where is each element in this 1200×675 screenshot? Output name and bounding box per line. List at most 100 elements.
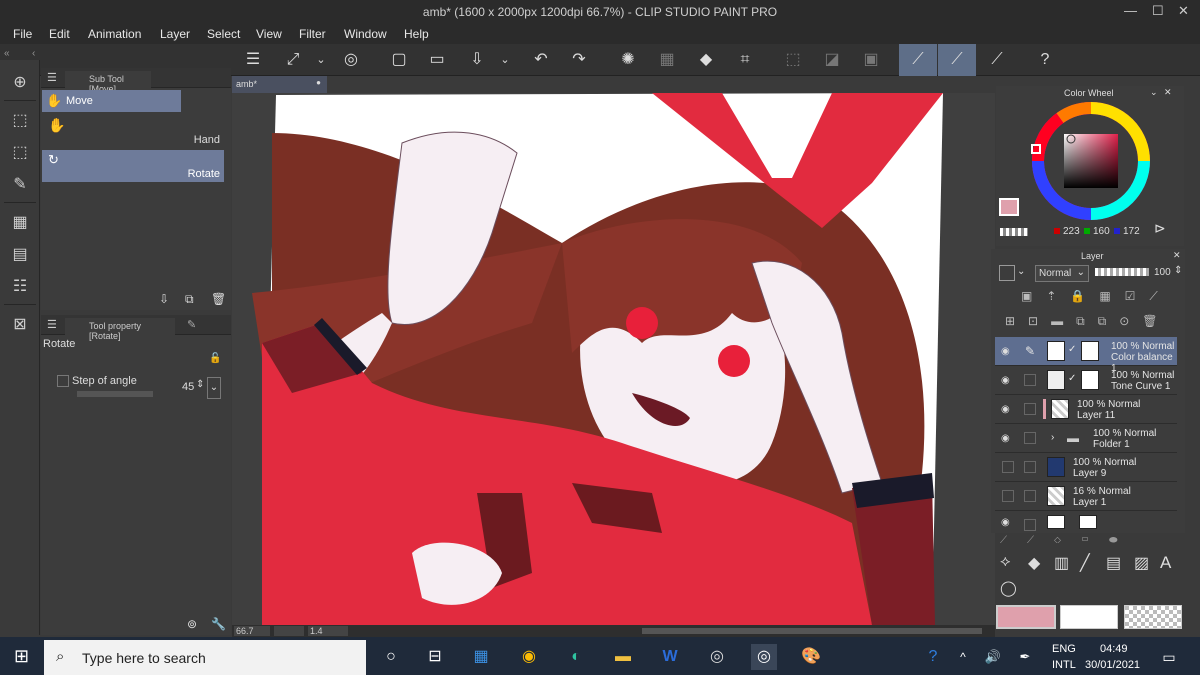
spinner-icon[interactable]: ⇕ bbox=[196, 379, 204, 390]
snap-grid-icon[interactable]: ⟋ bbox=[986, 50, 1008, 70]
green-value[interactable]: 160 bbox=[1093, 226, 1110, 237]
ruler-icon[interactable]: ▨ bbox=[1134, 553, 1149, 573]
blend-mode-select[interactable]: Normal ⌄ bbox=[1035, 265, 1089, 282]
paint-palette-icon[interactable]: 🎨 bbox=[798, 644, 824, 670]
layer-checkbox[interactable] bbox=[1024, 490, 1036, 502]
windows-start-icon[interactable]: ⊞ bbox=[14, 646, 29, 667]
file-explorer-icon[interactable]: ▬ bbox=[610, 644, 636, 670]
eye-icon[interactable]: ◉ bbox=[1001, 375, 1010, 386]
eyedropper-icon[interactable]: ✎ bbox=[6, 172, 34, 198]
chevron-right-icon[interactable]: › bbox=[1051, 432, 1054, 443]
crop-icon[interactable]: ⌗ bbox=[734, 50, 756, 70]
spinner-icon[interactable]: ⇕ bbox=[1174, 265, 1182, 276]
rotation-field[interactable]: 1.4 bbox=[308, 626, 348, 636]
clip-studio-paint-icon[interactable]: ◎ bbox=[751, 644, 777, 670]
zoom-slider[interactable] bbox=[274, 626, 304, 636]
eye-icon[interactable]: ◉ bbox=[1001, 433, 1010, 444]
chevron-down-icon[interactable]: ⌄ bbox=[1150, 87, 1158, 98]
tool-row-top[interactable]: ⟋⟋⬦▭⬬ bbox=[1000, 535, 1180, 543]
opacity-slider[interactable] bbox=[1095, 268, 1149, 276]
auto-select-icon[interactable]: ⬚ bbox=[6, 140, 34, 166]
transparent-color-button[interactable] bbox=[1124, 605, 1182, 629]
zoom-icon[interactable]: ⊕ bbox=[6, 70, 34, 96]
maximize-icon[interactable]: ☐ bbox=[1152, 3, 1164, 19]
menu-select[interactable]: Select bbox=[207, 27, 240, 41]
help-icon[interactable]: ? bbox=[920, 644, 946, 670]
balloon-icon[interactable]: ◯ bbox=[1000, 579, 1017, 597]
invert-selection-icon[interactable]: ◪ bbox=[821, 50, 843, 70]
import-icon[interactable]: ⇩ bbox=[159, 292, 169, 306]
canvas-area[interactable] bbox=[232, 93, 995, 625]
fill-icon[interactable]: ◆ bbox=[695, 50, 717, 70]
artwork[interactable] bbox=[232, 93, 995, 625]
sub-tool-move[interactable]: ✋ Move bbox=[42, 90, 181, 112]
snap-ruler-icon[interactable]: ⟋ bbox=[899, 44, 937, 76]
menu-help[interactable]: Help bbox=[404, 27, 429, 41]
list-icon[interactable]: ☷ bbox=[6, 274, 34, 300]
menu-view[interactable]: View bbox=[256, 27, 282, 41]
chevron-down-icon[interactable]: ⌄ bbox=[494, 50, 516, 70]
close-dot-icon[interactable]: ● bbox=[316, 78, 321, 87]
eye-icon[interactable]: ◉ bbox=[1001, 517, 1010, 528]
layer-row[interactable]: ◉ bbox=[995, 511, 1177, 531]
layer-checkbox[interactable] bbox=[1024, 461, 1036, 473]
blue-value[interactable]: 172 bbox=[1123, 226, 1140, 237]
eye-icon[interactable]: ◉ bbox=[1001, 346, 1010, 357]
minimize-icon[interactable]: — bbox=[1124, 3, 1137, 18]
help-icon[interactable]: ? bbox=[1034, 50, 1056, 70]
trash-icon[interactable]: 🗑 bbox=[211, 292, 226, 306]
main-color-button[interactable] bbox=[996, 605, 1056, 629]
line-icon[interactable]: ╱ bbox=[1080, 553, 1090, 573]
layer-actions-row[interactable]: ⊞⊡▬⧉⧉⊙🗑 bbox=[1005, 314, 1177, 332]
layer-options-row[interactable]: ▣⇡🔒▦☑⟋ bbox=[1021, 289, 1181, 307]
menu-filter[interactable]: Filter bbox=[299, 27, 326, 41]
red-value[interactable]: 223 bbox=[1063, 226, 1080, 237]
film-icon[interactable]: ▤ bbox=[6, 242, 34, 268]
color-mode-icon[interactable]: ⊳ bbox=[1154, 220, 1166, 237]
clip-studio-icon[interactable]: ◎ bbox=[340, 50, 362, 70]
loading-icon[interactable]: ✺ bbox=[617, 50, 639, 70]
task-view-icon[interactable]: ⊟ bbox=[422, 644, 448, 670]
step-of-angle-checkbox[interactable] bbox=[57, 375, 69, 387]
layer-color-icon[interactable] bbox=[999, 265, 1015, 281]
menu-window[interactable]: Window bbox=[344, 27, 387, 41]
menu-layer[interactable]: Layer bbox=[160, 27, 190, 41]
horizontal-scrollbar[interactable] bbox=[642, 628, 982, 634]
eye-icon[interactable]: ◉ bbox=[1001, 404, 1010, 415]
redo-icon[interactable]: ↷ bbox=[568, 50, 590, 70]
deselect-icon[interactable]: ⬚ bbox=[782, 50, 804, 70]
step-of-angle-value[interactable]: 45 bbox=[182, 381, 194, 393]
chevron-down-icon[interactable]: ⌄ bbox=[207, 377, 221, 399]
layer-row[interactable]: ◉ › ▬ 100 % Normal Folder 1 bbox=[995, 424, 1177, 453]
new-file-icon[interactable]: ▢ bbox=[388, 50, 410, 70]
copy-icon[interactable]: ⧉ bbox=[185, 292, 194, 307]
clock-time[interactable]: 04:49 bbox=[1100, 643, 1128, 655]
notifications-icon[interactable]: ▭ bbox=[1156, 644, 1182, 670]
save-icon[interactable]: ⇩ bbox=[466, 50, 488, 70]
edge-icon[interactable]: ◐ bbox=[563, 644, 589, 670]
document-tab[interactable]: amb* ● bbox=[232, 76, 327, 93]
clip-studio-icon[interactable]: ◎ bbox=[704, 644, 730, 670]
frame-icon[interactable]: ▤ bbox=[1106, 553, 1121, 573]
gradient-pen-icon[interactable]: ⟡ bbox=[1000, 553, 1011, 571]
menu-icon[interactable]: ☰ bbox=[47, 71, 57, 84]
pen-icon[interactable]: ✒ bbox=[1012, 644, 1038, 670]
layer-row[interactable]: ◉ 100 % Normal Layer 11 bbox=[995, 395, 1177, 424]
close-icon[interactable]: ✕ bbox=[1178, 3, 1189, 19]
sub-tool-rotate[interactable]: ↻ Rotate bbox=[42, 150, 224, 182]
chevron-down-icon[interactable]: ⌄ bbox=[310, 50, 332, 70]
menu-file[interactable]: File bbox=[13, 27, 32, 41]
taskbar-search[interactable]: ⌕ Type here to search bbox=[44, 640, 366, 675]
layer-checkbox[interactable] bbox=[1024, 403, 1036, 415]
undo-icon[interactable]: ↶ bbox=[530, 50, 552, 70]
visibility-checkbox[interactable] bbox=[1002, 490, 1014, 502]
menu-edit[interactable]: Edit bbox=[49, 27, 70, 41]
menu-icon[interactable]: ☰ bbox=[47, 318, 57, 331]
calendar-app-icon[interactable]: ▦ bbox=[468, 644, 494, 670]
open-folder-icon[interactable]: ▭ bbox=[426, 50, 448, 70]
menu-animation[interactable]: Animation bbox=[88, 27, 141, 41]
chevron-left-icon[interactable]: ‹ bbox=[32, 48, 35, 59]
settings-icon[interactable]: ⊚ bbox=[187, 617, 197, 631]
cortana-icon[interactable]: ○ bbox=[378, 644, 404, 670]
ruler-icon[interactable]: ⊠ bbox=[6, 312, 34, 338]
